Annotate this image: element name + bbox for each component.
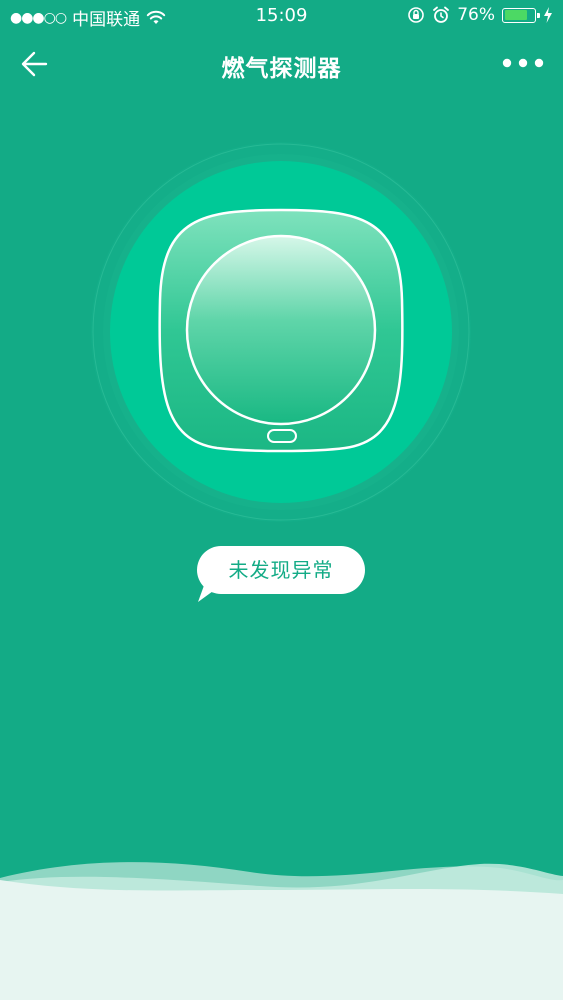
status-bubble: 未发现异常 bbox=[197, 546, 365, 594]
bottom-wave-decoration bbox=[0, 862, 563, 1000]
detector-button bbox=[267, 429, 297, 443]
detector-face bbox=[185, 234, 377, 426]
gas-detector-screen: ●●●○○ 中国联通 15:09 76% 燃气探测器 未发现异常 bbox=[0, 0, 563, 1000]
front-wave bbox=[0, 880, 563, 1000]
gas-detector-illustration bbox=[91, 142, 471, 522]
